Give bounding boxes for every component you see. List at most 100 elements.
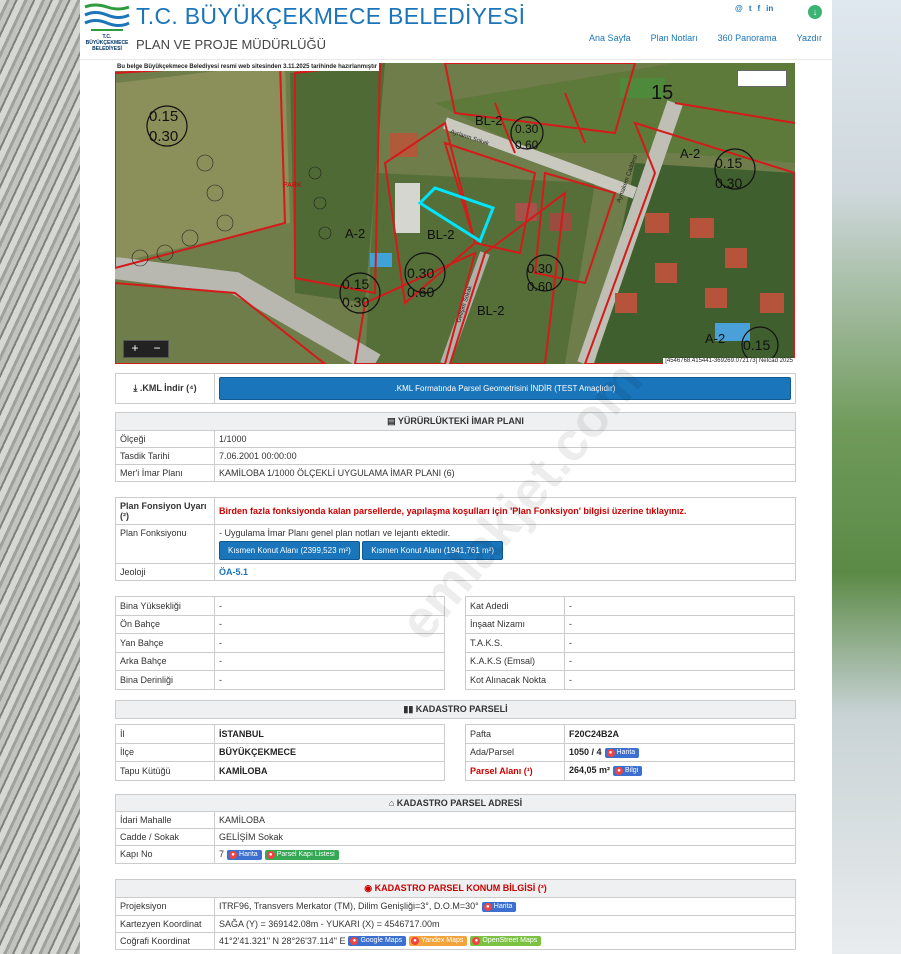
- nav-plan-notes[interactable]: Plan Notları: [651, 33, 698, 43]
- door-no-value: 7: [219, 849, 225, 859]
- map-coordinates: [4546768.415441-369269.072173] Netcad 20…: [663, 358, 795, 364]
- area-info-button[interactable]: ● Bilgi: [613, 766, 643, 777]
- map-ratio-030: 0.30: [149, 128, 178, 145]
- map-ratio-015-b: 0.15: [342, 276, 369, 292]
- openstreet-maps-button[interactable]: ● OpenStreet Maps: [470, 936, 542, 947]
- row-value: -: [564, 651, 795, 671]
- address-heading-text: KADASTRO PARSEL ADRESİ: [396, 798, 523, 808]
- address-table: ⌂ KADASTRO PARSEL ADRESİ İdari Mahalle KA…: [115, 794, 796, 864]
- plan-function-table: Plan Fonsiyon Uyarı (²) Birden fazla fon…: [115, 497, 796, 581]
- row-value: -: [214, 596, 445, 616]
- nav-360-panorama[interactable]: 360 Panorama: [718, 33, 777, 43]
- map-ratio-060: 0.60: [407, 284, 434, 300]
- tag-label: Google Maps: [360, 937, 403, 945]
- map-label-a2-b: A-2: [680, 146, 700, 161]
- row-label: Mer'i İmar Planı: [115, 464, 215, 482]
- download-icon[interactable]: ↓: [808, 5, 822, 19]
- social-links: @ t f in: [735, 4, 773, 13]
- table-icon: ▤: [387, 416, 398, 426]
- tag-label: Yandex Maps: [421, 937, 464, 945]
- nav-home[interactable]: Ana Sayfa: [589, 33, 631, 43]
- map-ratio-030-b: 0.30: [342, 294, 369, 310]
- google-icon: ●: [350, 937, 359, 946]
- map-label-bl2-a: BL-2: [475, 113, 502, 128]
- row-value: KAMİLOBA: [214, 811, 796, 829]
- row-value: KAMİLOBA: [214, 761, 445, 781]
- geology-label: Jeoloji: [115, 563, 215, 581]
- imar-heading-text: YÜRÜRLÜKTEKİ İMAR PLANI: [397, 416, 524, 426]
- facebook-icon[interactable]: f: [757, 4, 760, 13]
- row-label: Cadde / Sokak: [115, 828, 215, 846]
- row-label: İdari Mahalle: [115, 811, 215, 829]
- cadastre-heading-text: KADASTRO PARSELİ: [415, 704, 508, 714]
- wave-logo-icon: [84, 3, 130, 31]
- tag-label: Harita: [493, 902, 513, 910]
- plan-function-label: Plan Fonksiyonu: [115, 524, 215, 564]
- row-label: T.A.K.S.: [465, 633, 565, 653]
- list-icon: ●: [266, 850, 275, 859]
- info-icon: ●: [615, 767, 624, 776]
- tag-label: Harita: [616, 748, 636, 756]
- map-marker-icon: ◉: [364, 883, 375, 893]
- map-pin-icon: ●: [483, 902, 492, 911]
- map-label-a2-c: A-2: [705, 331, 725, 346]
- row-value: -: [564, 633, 795, 653]
- row-label: Bina Derinliği: [115, 670, 215, 690]
- map-layer-switcher[interactable]: [737, 70, 787, 87]
- kml-download-button[interactable]: .KML Formatında Parsel Geometrisini İNDİ…: [219, 377, 791, 400]
- linkedin-icon[interactable]: in: [766, 4, 773, 13]
- municipality-logo[interactable]: T.C. BÜYÜKÇEKMECE BELEDİYESİ: [83, 3, 131, 55]
- page-container: T.C. BÜYÜKÇEKMECE BELEDİYESİ T.C. BÜYÜKÇ…: [80, 0, 832, 954]
- projection-value: ITRF96, Transvers Merkator (TM), Dilim G…: [219, 901, 479, 911]
- parcel-area-label: Parsel Alanı (¹): [465, 761, 565, 781]
- logo-text-line-3: BELEDİYESİ: [92, 46, 122, 52]
- tag-label: Bilgi: [625, 767, 639, 775]
- map-label-bl2-b: BL-2: [427, 227, 454, 242]
- geology-value[interactable]: ÖA-5.1: [214, 563, 796, 581]
- nav-print[interactable]: Yazdır: [797, 33, 822, 43]
- function-button-1[interactable]: Kısmen Konut Alanı (2399,523 m²): [219, 541, 360, 560]
- row-value: 7.06.2001 00:00:00: [214, 447, 796, 465]
- row-label: Arka Bahçe: [115, 651, 215, 671]
- row-label: Yan Bahçe: [115, 633, 215, 653]
- plan-function-cell: - Uygulama İmar Planı genel plan notları…: [214, 524, 796, 564]
- row-value: İSTANBUL: [214, 724, 445, 744]
- background-right-decoration: [823, 0, 901, 954]
- parcel-map[interactable]: PARK 0.15 0.30 0.15 0.30 0.30 0.60 0.30 …: [115, 63, 795, 364]
- row-value: -: [214, 670, 445, 690]
- map-label-bl2-c: BL-2: [477, 303, 504, 318]
- row-label: Ölçeği: [115, 430, 215, 448]
- email-icon[interactable]: @: [735, 4, 743, 13]
- projection-map-button[interactable]: ● Harita: [481, 901, 517, 912]
- yandex-maps-button[interactable]: ● Yandex Maps: [409, 936, 468, 947]
- imar-plan-heading: ▤ YÜRÜRLÜKTEKİ İMAR PLANI: [115, 412, 796, 431]
- map-ratio-015-c: 0.15: [715, 155, 742, 171]
- door-map-button[interactable]: ● Harita: [227, 849, 262, 860]
- location-heading-text: KADASTRO PARSEL KONUM BİLGİSİ (³): [374, 883, 547, 893]
- map-ratio-030-e: 0.30: [515, 122, 539, 136]
- geo-coordinate-value: 41°2'41.321" N 28°26'37.114" E: [219, 935, 346, 946]
- map-canvas: PARK 0.15 0.30 0.15 0.30 0.30 0.60 0.30 …: [115, 63, 795, 364]
- kml-label: .KML İndir (⁴): [139, 383, 197, 393]
- map-ratio-015: 0.15: [149, 108, 178, 125]
- address-heading: ⌂ KADASTRO PARSEL ADRESİ: [115, 794, 796, 812]
- plan-warning-text: Birden fazla fonksiyonda kalan parseller…: [214, 497, 796, 525]
- building-left-table: Bina Yüksekliği - Ön Bahçe - Yan Bahçe - Ar…: [115, 596, 445, 690]
- logo-text: T.C. BÜYÜKÇEKMECE BELEDİYESİ: [83, 34, 131, 52]
- ada-map-button[interactable]: ● Harita: [604, 747, 640, 758]
- map-ratio-060-b: 0.60: [527, 279, 552, 294]
- google-maps-button[interactable]: ● Google Maps: [348, 936, 407, 947]
- door-list-button[interactable]: ● Parsel Kapı Listesi: [264, 849, 339, 860]
- row-label: Pafta: [465, 724, 565, 744]
- tag-label: Harita: [239, 850, 258, 858]
- twitter-icon[interactable]: t: [749, 4, 752, 13]
- row-label: İnşaat Nizamı: [465, 614, 565, 634]
- row-value: -: [564, 614, 795, 634]
- zoom-in-button[interactable]: +: [124, 341, 146, 357]
- function-button-2[interactable]: Kısmen Konut Alanı (1941,761 m²): [362, 541, 503, 560]
- door-no-cell: 7 ● Harita ● Parsel Kapı Listesi: [214, 845, 796, 864]
- row-value: F20C24B2A: [564, 724, 795, 744]
- row-label: İl: [115, 724, 215, 744]
- site-title: T.C. BÜYÜKÇEKMECE BELEDİYESİ: [136, 3, 526, 29]
- zoom-out-button[interactable]: −: [146, 341, 168, 357]
